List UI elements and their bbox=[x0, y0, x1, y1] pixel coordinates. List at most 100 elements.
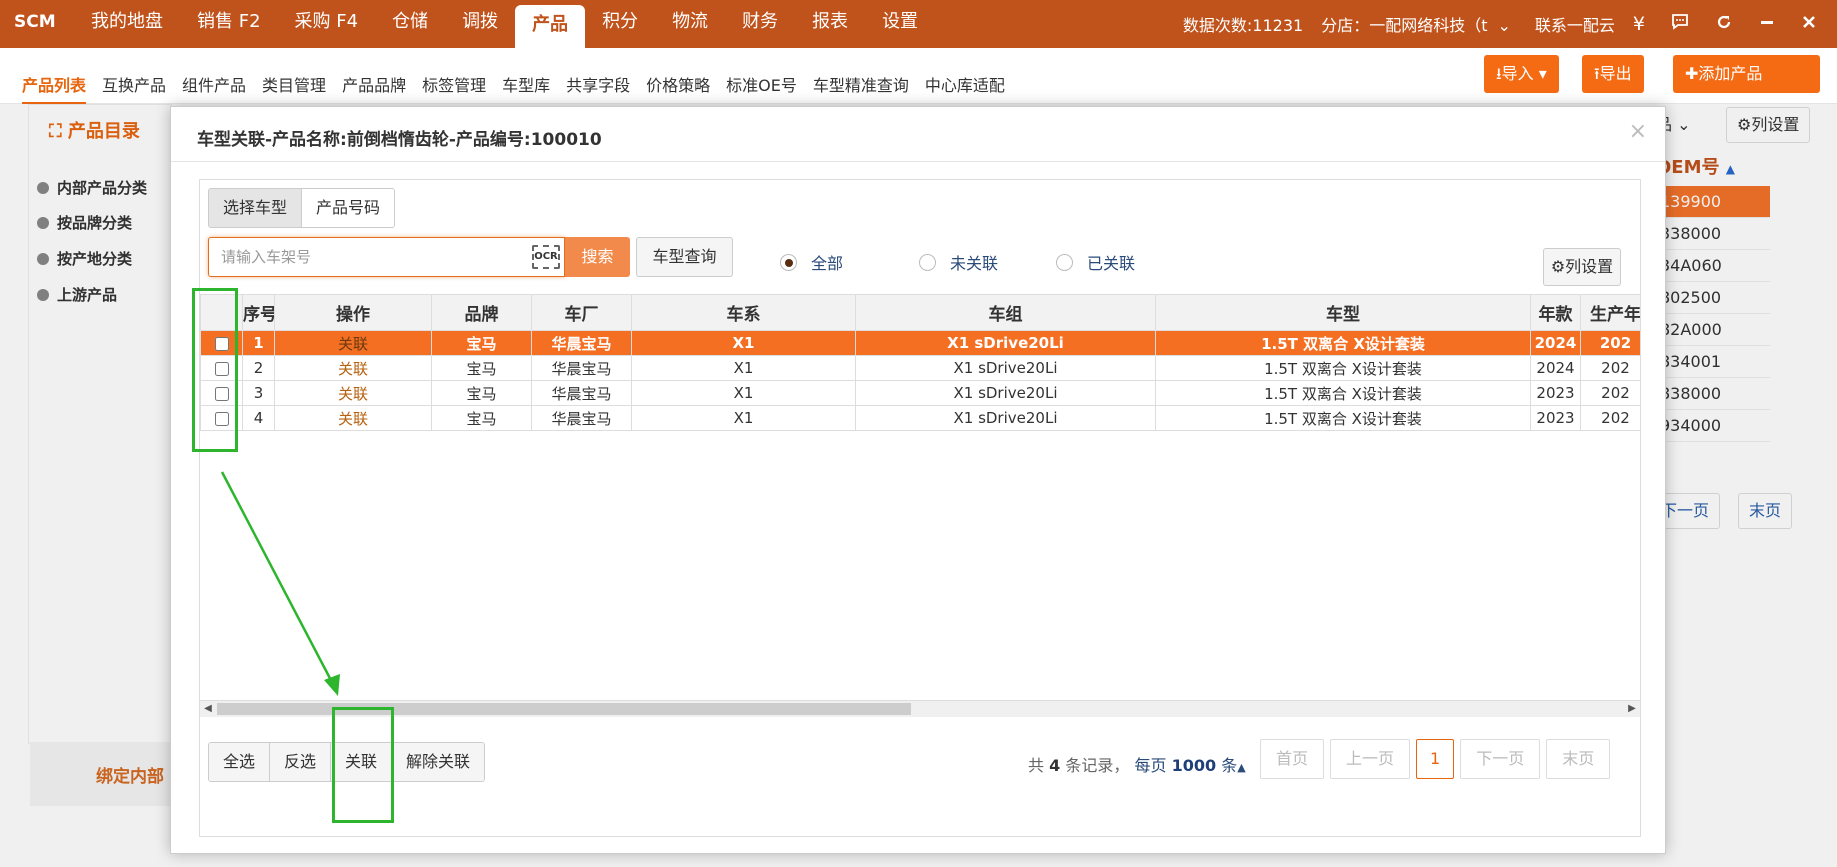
tab-select-vehicle[interactable]: 选择车型 bbox=[209, 189, 303, 227]
nav-item-product[interactable]: 产品 bbox=[515, 5, 586, 48]
tab-category-management[interactable]: 类目管理 bbox=[262, 72, 326, 104]
vin-search-input[interactable] bbox=[209, 238, 529, 276]
refresh-icon[interactable] bbox=[1715, 13, 1733, 36]
nav-item-points[interactable]: 积分 bbox=[585, 0, 655, 48]
header-year[interactable]: 年款 bbox=[1530, 294, 1581, 331]
nav-item-sales[interactable]: 销售 F2 bbox=[180, 0, 278, 48]
tab-product-list[interactable]: 产品列表 bbox=[22, 72, 87, 104]
cell-no: 2 bbox=[242, 355, 275, 381]
export-button[interactable]: ⭱导出 bbox=[1582, 55, 1644, 93]
tab-vehicle-library[interactable]: 车型库 bbox=[502, 72, 550, 104]
message-icon[interactable] bbox=[1671, 13, 1689, 36]
cell-no: 3 bbox=[242, 380, 275, 406]
nav-item-warehouse[interactable]: 仓储 bbox=[375, 0, 445, 48]
tab-product-brands[interactable]: 产品品牌 bbox=[342, 72, 406, 104]
cell-model: 1.5T 双离合 X设计套装 bbox=[1155, 330, 1531, 356]
unlink-button[interactable]: 解除关联 bbox=[392, 743, 485, 781]
scrollbar-thumb[interactable] bbox=[217, 703, 911, 715]
header-operation[interactable]: 操作 bbox=[274, 294, 432, 331]
tab-shared-fields[interactable]: 共享字段 bbox=[566, 72, 630, 104]
invert-selection-button[interactable]: 反选 bbox=[270, 743, 332, 781]
header-series[interactable]: 车系 bbox=[631, 294, 856, 331]
vehicle-query-button[interactable]: 车型查询 bbox=[636, 237, 733, 277]
search-button[interactable]: 搜索 bbox=[565, 237, 630, 277]
table-row[interactable]: 2 关联 宝马 华晨宝马 X1 X1 sDrive20Li 1.5T 双离合 X… bbox=[200, 355, 1640, 381]
table-row[interactable]: 1 关联 宝马 华晨宝马 X1 X1 sDrive20Li 1.5T 双离合 X… bbox=[200, 330, 1640, 356]
link-action[interactable]: 关联 bbox=[274, 380, 432, 406]
header-model[interactable]: 车型 bbox=[1155, 294, 1531, 331]
add-product-button[interactable]: ✚添加产品 bbox=[1673, 55, 1820, 93]
tab-price-strategy[interactable]: 价格策略 bbox=[646, 72, 710, 104]
dialog-close-button[interactable]: × bbox=[1629, 119, 1647, 144]
vehicle-table: 序号 操作 品牌 车厂 车系 车组 车型 年款 生产年 1 关联 宝马 华晨宝马… bbox=[200, 294, 1640, 431]
cell-series: X1 bbox=[631, 380, 856, 406]
header-brand[interactable]: 品牌 bbox=[431, 294, 532, 331]
radio-unlinked[interactable]: 未关联 bbox=[919, 250, 998, 274]
horizontal-scrollbar[interactable]: ◀ ▶ bbox=[200, 700, 1640, 717]
cell-maker: 华晨宝马 bbox=[531, 405, 632, 431]
nav-item-purchase[interactable]: 采购 F4 bbox=[278, 0, 376, 48]
header-no[interactable]: 序号 bbox=[242, 294, 275, 331]
nav-item-dashboard[interactable]: 我的地盘 bbox=[74, 0, 180, 48]
page-size-selector[interactable]: 每页 1000 条▲ bbox=[1134, 756, 1245, 775]
caret-up-icon: ▲ bbox=[1237, 761, 1246, 774]
link-action[interactable]: 关联 bbox=[274, 405, 432, 431]
header-maker[interactable]: 车厂 bbox=[531, 294, 632, 331]
minimize-icon[interactable] bbox=[1759, 13, 1775, 35]
cell-group: X1 sDrive20Li bbox=[855, 380, 1156, 406]
yen-icon[interactable]: ¥ bbox=[1633, 13, 1645, 35]
column-settings-button[interactable]: ⚙列设置 bbox=[1543, 248, 1621, 286]
close-icon[interactable] bbox=[1801, 13, 1817, 35]
table-row[interactable]: 3 关联 宝马 华晨宝马 X1 X1 sDrive20Li 1.5T 双离合 X… bbox=[200, 380, 1640, 406]
cell-maker: 华晨宝马 bbox=[531, 330, 632, 356]
cell-group: X1 sDrive20Li bbox=[855, 355, 1156, 381]
caret-down-icon: ▾ bbox=[1533, 64, 1547, 83]
data-count: 数据次数:11231 bbox=[1182, 16, 1304, 35]
radio-linked[interactable]: 已关联 bbox=[1056, 250, 1135, 274]
ocr-scan-icon[interactable]: OCR bbox=[532, 245, 560, 269]
page-number-button[interactable]: 1 bbox=[1416, 739, 1455, 779]
records-mid: 条记录， bbox=[1065, 756, 1130, 775]
nav-item-transfer[interactable]: 调拨 bbox=[445, 0, 515, 48]
table-row[interactable]: 4 关联 宝马 华晨宝马 X1 X1 sDrive20Li 1.5T 双离合 X… bbox=[200, 405, 1640, 431]
import-button[interactable]: ⭳导入 ▾ bbox=[1484, 55, 1559, 93]
link-action[interactable]: 关联 bbox=[274, 330, 432, 356]
tab-interchange-products[interactable]: 互换产品 bbox=[102, 72, 166, 104]
tab-component-products[interactable]: 组件产品 bbox=[182, 72, 246, 104]
link-action[interactable]: 关联 bbox=[274, 355, 432, 381]
cell-model: 1.5T 双离合 X设计套装 bbox=[1155, 355, 1531, 381]
select-all-button[interactable]: 全选 bbox=[209, 743, 271, 781]
nav-item-reports[interactable]: 报表 bbox=[795, 0, 865, 48]
per-page-suffix: 条 bbox=[1221, 756, 1238, 775]
nav-item-logistics[interactable]: 物流 bbox=[655, 0, 725, 48]
tab-product-number[interactable]: 产品号码 bbox=[302, 189, 395, 227]
dialog-tabs: 选择车型 产品号码 bbox=[208, 188, 396, 228]
cell-production-year: 202 bbox=[1580, 380, 1640, 406]
last-page-button[interactable]: 末页 bbox=[1546, 739, 1611, 779]
nav-item-settings[interactable]: 设置 bbox=[865, 0, 935, 48]
header-group[interactable]: 车组 bbox=[855, 294, 1156, 331]
radio-label: 全部 bbox=[811, 254, 844, 273]
branch-selector[interactable]: 分店：一配网络科技（t ⌄ bbox=[1321, 12, 1511, 36]
tab-standard-oe[interactable]: 标准OE号 bbox=[726, 72, 797, 104]
cell-group: X1 sDrive20Li bbox=[855, 330, 1156, 356]
radio-unchecked-icon bbox=[919, 253, 937, 271]
header-production-year[interactable]: 生产年 bbox=[1580, 294, 1640, 331]
cell-brand: 宝马 bbox=[431, 330, 532, 356]
first-page-button[interactable]: 首页 bbox=[1260, 739, 1325, 779]
tab-central-library-fit[interactable]: 中心库适配 bbox=[925, 72, 1005, 104]
scroll-right-icon[interactable]: ▶ bbox=[1625, 702, 1639, 716]
radio-unchecked-icon bbox=[1056, 253, 1074, 271]
radio-all[interactable]: 全部 bbox=[780, 250, 843, 274]
annotation-box-link-button bbox=[332, 707, 394, 823]
next-page-button[interactable]: 下一页 bbox=[1460, 739, 1541, 779]
contact-link[interactable]: 联系一配云 bbox=[1535, 12, 1615, 36]
cell-production-year: 202 bbox=[1580, 355, 1640, 381]
prev-page-button[interactable]: 上一页 bbox=[1330, 739, 1411, 779]
cell-year: 2023 bbox=[1530, 380, 1581, 406]
scroll-left-icon[interactable]: ◀ bbox=[201, 702, 215, 716]
nav-item-finance[interactable]: 财务 bbox=[725, 0, 795, 48]
tab-vehicle-precise-query[interactable]: 车型精准查询 bbox=[813, 72, 909, 104]
tab-tag-management[interactable]: 标签管理 bbox=[422, 72, 486, 104]
top-bar: SCM 我的地盘 销售 F2 采购 F4 仓储 调拨 产品 积分 物流 财务 报… bbox=[0, 0, 1837, 48]
